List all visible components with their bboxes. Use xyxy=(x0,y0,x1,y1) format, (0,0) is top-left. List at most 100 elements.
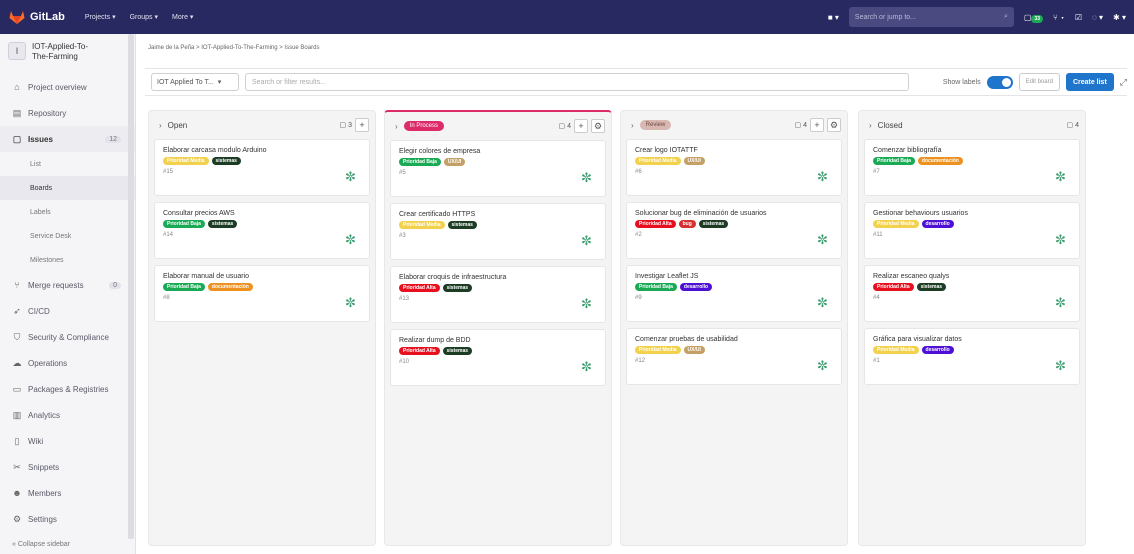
merge-requests-icon[interactable]: ⑂ ▾ xyxy=(1053,13,1065,22)
add-issue-button[interactable]: + xyxy=(355,118,369,132)
assignee-avatar[interactable]: ✼ xyxy=(817,170,831,184)
issue-card[interactable]: Crear logo IOTATTF Prioridad Media UX/UI #6… xyxy=(626,139,842,196)
assignee-avatar[interactable]: ✼ xyxy=(817,296,831,310)
sidebar-item-project-overview[interactable]: ⌂ Project overview xyxy=(0,74,135,100)
chevron-right-icon[interactable]: › xyxy=(395,122,398,131)
assignee-avatar[interactable]: ✼ xyxy=(345,233,359,247)
sidebar-project-header[interactable]: I IOT-Applied-To-The-Farming xyxy=(0,34,135,74)
list-settings-button[interactable]: ⚙ xyxy=(827,118,841,132)
issue-card[interactable]: Comenzar bibliografía Prioridad Baja docum… xyxy=(864,139,1080,196)
issue-label[interactable]: Prioridad Baja xyxy=(635,283,677,291)
add-issue-button[interactable]: + xyxy=(810,118,824,132)
todos-icon[interactable]: ☑ xyxy=(1075,13,1082,22)
sidebar-scrollbar[interactable] xyxy=(128,34,134,539)
issue-label[interactable]: Prioridad Media xyxy=(873,346,919,354)
issue-title[interactable]: Elegir colores de empresa xyxy=(399,148,597,155)
issue-label[interactable]: Prioridad Media xyxy=(635,157,681,165)
sidebar-sub-labels[interactable]: Labels xyxy=(0,200,135,224)
breadcrumb-project[interactable]: IOT-Applied-To-The-Farming xyxy=(201,45,277,51)
issue-label[interactable]: Prioridad Baja xyxy=(163,220,205,228)
user-avatar[interactable]: ✱ ▾ xyxy=(1113,13,1126,22)
sidebar-item-security[interactable]: ⛉ Security & Compliance xyxy=(0,324,135,350)
chevron-right-icon[interactable]: › xyxy=(159,121,162,130)
sidebar-item-snippets[interactable]: ✂ Snippets xyxy=(0,454,135,480)
issue-label[interactable]: desarrollo xyxy=(921,220,954,228)
issue-label[interactable]: UX/UI xyxy=(443,158,466,166)
issue-card[interactable]: Comenzar pruebas de usabilidad Prioridad … xyxy=(626,328,842,385)
issue-label[interactable]: Prioridad Media xyxy=(635,346,681,354)
breadcrumb-current[interactable]: Issue Boards xyxy=(284,45,319,51)
sidebar-item-merge-requests[interactable]: ⑂ Merge requests 0 xyxy=(0,272,135,298)
issue-title[interactable]: Comenzar pruebas de usabilidad xyxy=(635,336,833,343)
sidebar-sub-boards[interactable]: Boards xyxy=(0,176,135,200)
issue-card[interactable]: Elegir colores de empresa Prioridad Baja U… xyxy=(390,140,606,197)
sidebar-item-issues[interactable]: ▢ Issues 12 xyxy=(0,126,135,152)
board-list-header[interactable]: › Open ▢ 3 + xyxy=(149,111,375,139)
issue-title[interactable]: Gráfica para visualizar datos xyxy=(873,336,1071,343)
sidebar-item-analytics[interactable]: ▥ Analytics xyxy=(0,402,135,428)
issue-title[interactable]: Solucionar bug de eliminación de usuario… xyxy=(635,210,833,217)
sidebar-sub-milestones[interactable]: Milestones xyxy=(0,248,135,272)
help-icon[interactable]: ◌ ▾ xyxy=(1092,13,1103,22)
sidebar-item-operations[interactable]: ☁ Operations xyxy=(0,350,135,376)
assignee-avatar[interactable]: ✼ xyxy=(345,296,359,310)
issue-label[interactable]: Prioridad Baja xyxy=(399,158,441,166)
issue-card[interactable]: Consultar precios AWS Prioridad Baja siste… xyxy=(154,202,370,259)
issue-card[interactable]: Crear certificado HTTPS Prioridad Media si… xyxy=(390,203,606,260)
gitlab-logo[interactable]: GitLab xyxy=(9,10,65,24)
issue-card[interactable]: Elaborar carcasa modulo Arduino Prioridad… xyxy=(154,139,370,196)
issue-label[interactable]: sistemas xyxy=(442,284,473,292)
issue-title[interactable]: Elaborar croquis de infraestructura xyxy=(399,274,597,281)
board-list-header[interactable]: › Closed ▢ 4 xyxy=(859,111,1085,139)
sidebar-item-members[interactable]: ☻ Members xyxy=(0,480,135,506)
sidebar-item-repository[interactable]: ▤ Repository xyxy=(0,100,135,126)
create-list-button[interactable]: Create list xyxy=(1065,73,1114,91)
assignee-avatar[interactable]: ✼ xyxy=(581,360,595,374)
issue-label[interactable]: Prioridad Media xyxy=(399,221,445,229)
sidebar-sub-service-desk[interactable]: Service Desk xyxy=(0,224,135,248)
issue-label[interactable]: sistemas xyxy=(698,220,729,228)
issue-label[interactable]: desarrollo xyxy=(921,346,954,354)
issue-card[interactable]: Elaborar manual de usuario Prioridad Baja… xyxy=(154,265,370,322)
list-settings-button[interactable]: ⚙ xyxy=(591,119,605,133)
global-search-input[interactable]: Search or jump to... ⌕ xyxy=(848,7,1014,27)
issue-label[interactable]: Prioridad Media xyxy=(873,220,919,228)
issue-label[interactable]: sistemas xyxy=(442,347,473,355)
sidebar-item-wiki[interactable]: ▯ Wiki xyxy=(0,428,135,454)
issue-label[interactable]: Prioridad Alta xyxy=(635,220,676,228)
assignee-avatar[interactable]: ✼ xyxy=(581,297,595,311)
board-list-header[interactable]: › Review ▢ 4 + ⚙ xyxy=(621,111,847,139)
issue-title[interactable]: Gestionar behaviours usuarios xyxy=(873,210,1071,217)
issue-label[interactable]: Prioridad Baja xyxy=(163,283,205,291)
issue-title[interactable]: Comenzar bibliografía xyxy=(873,147,1071,154)
breadcrumb-owner[interactable]: Jaime de la Peña xyxy=(148,45,194,51)
board-list-header[interactable]: › In Process ▢ 4 + ⚙ xyxy=(385,112,611,140)
assignee-avatar[interactable]: ✼ xyxy=(1055,233,1069,247)
nav-projects[interactable]: Projects ▾ xyxy=(85,13,116,21)
assignee-avatar[interactable]: ✼ xyxy=(817,359,831,373)
issue-title[interactable]: Elaborar manual de usuario xyxy=(163,273,361,280)
assignee-avatar[interactable]: ✼ xyxy=(817,233,831,247)
issue-title[interactable]: Consultar precios AWS xyxy=(163,210,361,217)
chevron-right-icon[interactable]: › xyxy=(869,121,872,130)
nav-more[interactable]: More ▾ xyxy=(172,13,193,21)
issue-label[interactable]: Prioridad Alta xyxy=(399,347,440,355)
nav-groups[interactable]: Groups ▾ xyxy=(130,13,158,21)
issue-label[interactable]: sistemas xyxy=(211,157,241,165)
issue-title[interactable]: Crear certificado HTTPS xyxy=(399,211,597,218)
chevron-right-icon[interactable]: › xyxy=(631,121,634,130)
issue-card[interactable]: Gestionar behaviours usuarios Prioridad M… xyxy=(864,202,1080,259)
add-issue-button[interactable]: + xyxy=(574,119,588,133)
assignee-avatar[interactable]: ✼ xyxy=(1055,296,1069,310)
assignee-avatar[interactable]: ✼ xyxy=(581,234,595,248)
issue-title[interactable]: Elaborar carcasa modulo Arduino xyxy=(163,147,361,154)
sidebar-item-cicd[interactable]: ➶ CI/CD xyxy=(0,298,135,324)
issue-label[interactable]: UX/UI xyxy=(683,346,705,354)
issue-card[interactable]: Investigar Leaflet JS Prioridad Baja desar… xyxy=(626,265,842,322)
issue-card[interactable]: Gráfica para visualizar datos Prioridad M… xyxy=(864,328,1080,385)
filter-search-input[interactable]: Search or filter results... xyxy=(245,73,909,91)
issue-label[interactable]: desarrollo xyxy=(679,283,713,291)
issue-title[interactable]: Investigar Leaflet JS xyxy=(635,273,833,280)
issue-card[interactable]: Realizar dump de BDD Prioridad Alta sistem… xyxy=(390,329,606,386)
sidebar-item-settings[interactable]: ⚙ Settings xyxy=(0,506,135,532)
